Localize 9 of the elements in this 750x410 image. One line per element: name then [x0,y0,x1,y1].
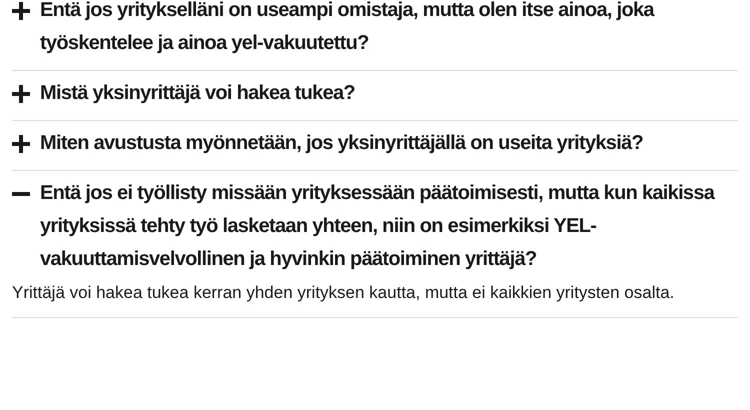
minus-icon [12,192,30,196]
plus-icon [12,135,30,153]
faq-answer: Yrittäjä voi hakea tukea kerran yhden yrityksen kautta, mutta ei kaikkien yritysten osalta. [12,282,676,304]
plus-icon [12,2,30,20]
faq-question[interactable]: Miten avustusta myönnetään, jos yksinyrittäjällä on useita yrityksiä? [12,127,738,160]
faq-question[interactable]: Entä jos ei työllisty missään yrityksessään päätoimisesti, mutta kun kaikissa yrityksissä tehty työ lasketaan yhteen, niin on esimerkiksi YEL-vakuuttamisvelvollinen ja hyvinkin päätoiminen yrittäjä? [12,177,738,276]
faq-question[interactable]: Entä jos yritykselläni on useampi omistaja, mutta olen itse ainoa, joka työskentelee ja ainoa yel-vakuutettu? [12,0,738,60]
plus-icon [12,85,30,103]
faq-question[interactable]: Mistä yksinyrittäjä voi hakea tukea? [12,77,738,110]
